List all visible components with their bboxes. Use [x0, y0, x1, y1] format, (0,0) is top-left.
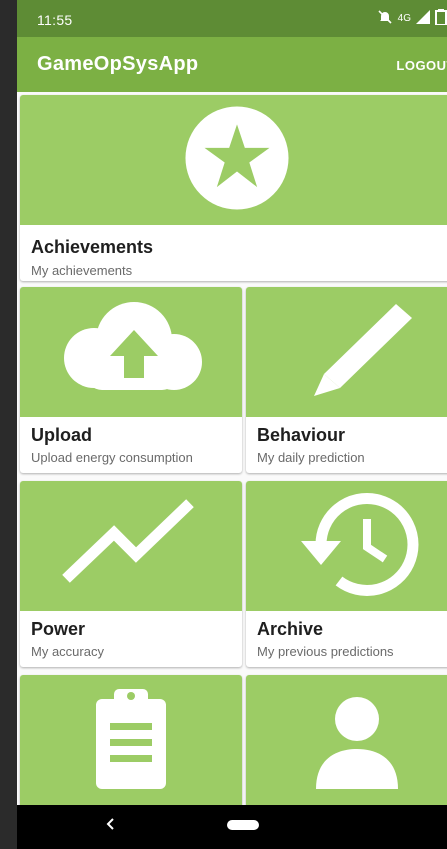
upload-label: Upload [31, 425, 92, 445]
history-icon [287, 489, 427, 604]
signal-icon [416, 9, 430, 29]
archive-tile [246, 481, 447, 611]
app-bar: GameOpSysApp LOGOUT [17, 37, 447, 92]
achievements-tile [20, 95, 447, 225]
achievements-card[interactable]: Achievements My achievements [20, 95, 447, 281]
upload-card[interactable]: Upload Upload energy consumption [20, 287, 242, 473]
home-pill-button[interactable] [227, 820, 259, 830]
upload-tile [20, 287, 242, 417]
archive-label: Archive [257, 619, 324, 639]
behaviour-card[interactable]: Behaviour My daily prediction [246, 287, 447, 473]
network-type: 4G [397, 13, 411, 24]
power-card[interactable]: Power My accuracy [20, 481, 242, 667]
phone-screen: 11:55 4G GameOpSysApp LOGOUT [17, 0, 447, 849]
status-icons: 4G [377, 8, 447, 30]
archive-card[interactable]: Archive My previous predictions [246, 481, 447, 667]
person-icon [302, 683, 412, 798]
clipboard-icon [86, 683, 176, 798]
tasks-card[interactable] [20, 675, 242, 805]
dashboard-grid: Achievements My achievements Upload Uplo… [17, 92, 447, 805]
status-time: 11:55 [37, 12, 73, 28]
star-badge-icon [181, 102, 293, 219]
navigation-bar [17, 805, 447, 849]
pencil-icon [292, 300, 422, 405]
power-tile [20, 481, 242, 611]
logout-button[interactable]: LOGOUT [396, 58, 447, 73]
profile-tile [246, 675, 447, 805]
app-title: GameOpSysApp [37, 53, 199, 75]
battery-icon [435, 8, 447, 30]
status-bar: 11:55 4G [17, 0, 447, 37]
profile-card[interactable] [246, 675, 447, 805]
trending-up-icon [56, 498, 206, 594]
achievements-label: Achievements [31, 237, 154, 257]
cloud-upload-icon [46, 300, 216, 405]
power-subtitle: My accuracy [31, 644, 104, 659]
do-not-disturb-icon [377, 9, 393, 30]
behaviour-tile [246, 287, 447, 417]
achievements-subtitle: My achievements [31, 263, 133, 278]
power-label: Power [31, 619, 86, 639]
tasks-tile [20, 675, 242, 805]
behaviour-label: Behaviour [257, 425, 346, 445]
archive-subtitle: My previous predictions [257, 644, 394, 659]
upload-subtitle: Upload energy consumption [31, 450, 193, 465]
back-icon[interactable] [105, 817, 115, 835]
behaviour-subtitle: My daily prediction [257, 450, 365, 465]
